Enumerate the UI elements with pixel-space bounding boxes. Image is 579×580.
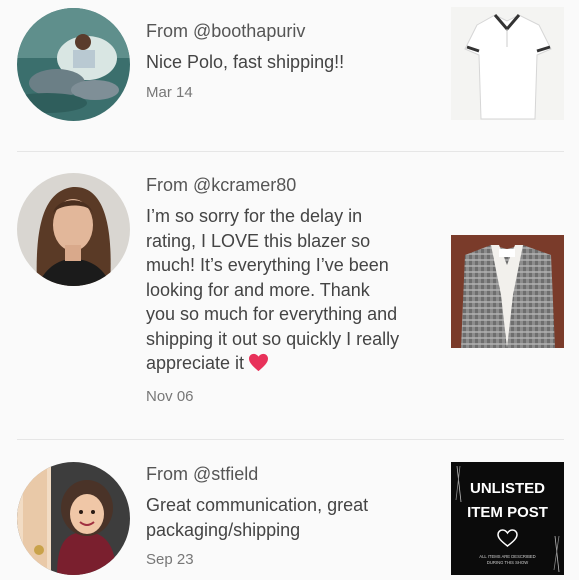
review-date: Sep 23 [146,551,194,568]
divider [17,151,564,152]
message-line: you so much for everything and [146,304,398,324]
avatar[interactable] [17,462,130,575]
plaid-blazer-icon [451,235,564,348]
divider [17,439,564,440]
message-line: shipping it out so quickly I really [146,328,400,349]
message-line: rating, I LOVE this blazer so [146,230,371,251]
review-date: Nov 06 [146,387,194,405]
message-line-text: appreciate it [146,353,245,373]
review-author[interactable]: From @stfield [146,463,431,485]
item-thumbnail[interactable]: UNLISTED ITEM POST ALL ITEMS ARE DESCRIB… [451,462,564,575]
unlisted-item-graphic: UNLISTED ITEM POST ALL ITEMS ARE DESCRIB… [451,462,564,575]
thumb-fine-print: ALL ITEMS ARE DESCRIBED [479,554,535,559]
message-line: appreciate it [146,351,431,379]
review-author[interactable]: From @boothapuriv [146,20,431,42]
review-author[interactable]: From @kcramer80 [146,174,431,196]
review-message: Nice Polo, fast shipping!! [146,52,345,72]
avatar[interactable] [17,8,130,121]
thumb-title-line1: UNLISTED [470,480,545,497]
thumb-title-line2: ITEM POST [467,504,548,521]
review-message: Great communication, great packaging/shi… [146,493,431,542]
message-line: looking for and more. Thank [146,279,370,300]
message-line: much! It’s everything I’ve been [146,255,389,275]
message-line: packaging/shipping [146,519,301,540]
avatar[interactable] [17,173,130,286]
message-line: I’m so sorry for the delay in [146,206,363,226]
message-line: Great communication, great [146,495,369,515]
review-message: I’m so sorry for the delay in rating, I … [146,204,431,379]
white-polo-shirt-icon [451,7,564,120]
heart-icon [248,353,269,379]
item-thumbnail[interactable] [451,7,564,120]
thumb-fine-print: DURING THIS SHOW [487,560,528,565]
review-date: Mar 14 [146,83,193,101]
item-thumbnail[interactable] [451,235,564,348]
